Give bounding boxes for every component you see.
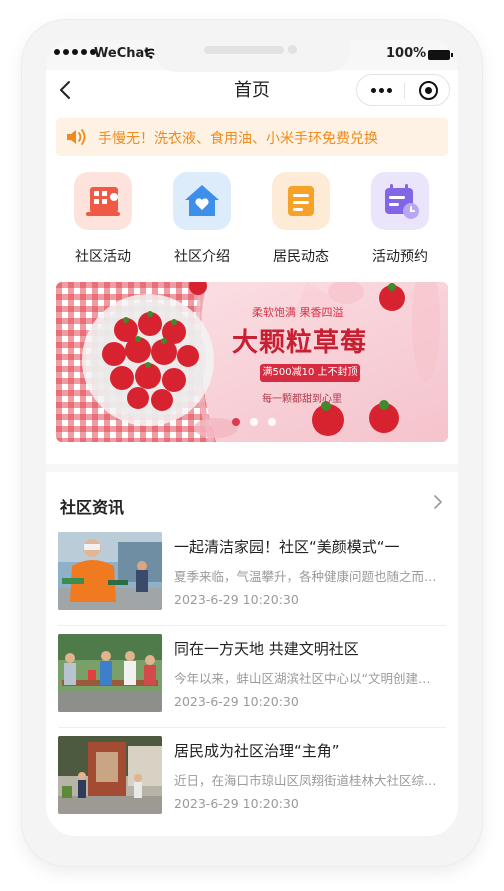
news-desc: 近日，在海口市琼山区凤翔街道桂林大社区综… xyxy=(174,773,437,788)
more-options-icon[interactable] xyxy=(371,88,392,93)
news-time: 2023-6-29 10:20:30 xyxy=(174,592,299,607)
battery-icon xyxy=(428,50,453,60)
category-resident-news[interactable]: 居民动态 xyxy=(258,172,344,272)
news-thumbnail xyxy=(58,634,162,712)
news-section-title: 社区资讯 xyxy=(60,498,125,517)
banner-dot[interactable] xyxy=(250,418,258,426)
battery-percent: 100% xyxy=(386,46,427,61)
carrier-name: WeChat xyxy=(94,46,151,61)
banner-slogan: 柔软饱满 果香四溢 xyxy=(252,306,344,319)
banner-dot[interactable] xyxy=(232,418,240,426)
news-desc: 今年以来，蚌山区湖滨社区中心以“文明创建… xyxy=(174,671,431,686)
news-time: 2023-6-29 10:20:30 xyxy=(174,694,299,709)
community-activity-icon xyxy=(74,172,132,230)
news-title: 一起清洁家园！社区“美颜模式“一 xyxy=(174,538,400,556)
banner-subtitle: 每一颗都甜到心里 xyxy=(262,394,342,405)
capsule-divider xyxy=(404,83,405,99)
news-item[interactable]: 一起清洁家园！社区“美颜模式“一 夏季来临，气温攀升，各种健康问题也随之而… 2… xyxy=(46,524,458,626)
news-title: 同在一方天地 共建文明社区 xyxy=(174,640,359,658)
news-item[interactable]: 居民成为社区治理“主角” 近日，在海口市琼山区凤翔街道桂林大社区综… 2023-… xyxy=(46,728,458,830)
document-list-icon xyxy=(272,172,330,230)
signal-icon xyxy=(54,49,96,55)
news-thumbnail xyxy=(58,736,162,814)
chevron-right-icon[interactable] xyxy=(432,494,444,510)
category-community-activity[interactable]: 社区活动 xyxy=(60,172,146,272)
banner-dot[interactable] xyxy=(268,418,276,426)
speaker-icon xyxy=(67,129,86,145)
category-label: 社区介绍 xyxy=(174,249,230,265)
house-heart-icon xyxy=(173,172,231,230)
news-time: 2023-6-29 10:20:30 xyxy=(174,796,299,811)
banner-headline: 大颗粒草莓 xyxy=(232,328,368,358)
news-item[interactable]: 同在一方天地 共建文明社区 今年以来，蚌山区湖滨社区中心以“文明创建… 2023… xyxy=(46,626,458,728)
category-community-intro[interactable]: 社区介绍 xyxy=(159,172,245,272)
close-miniprogram-icon[interactable] xyxy=(419,81,438,100)
banner-pagination xyxy=(232,418,276,426)
news-title: 居民成为社区治理“主角” xyxy=(174,742,340,760)
notice-text: 手慢无！洗衣液、食用油、小米手环免费兑换 xyxy=(98,131,378,147)
news-thumbnail xyxy=(58,532,162,610)
category-label: 社区活动 xyxy=(75,249,131,265)
promo-banner[interactable]: 柔软饱满 果香四溢 大颗粒草莓 满500减10 上不封顶 每一颗都甜到心里 xyxy=(56,282,448,442)
category-label: 居民动态 xyxy=(273,249,329,265)
category-activity-booking[interactable]: 活动预约 xyxy=(357,172,443,272)
notice-bar[interactable]: 手慢无！洗衣液、食用油、小米手环免费兑换 xyxy=(56,118,448,156)
news-desc: 夏季来临，气温攀升，各种健康问题也随之而… xyxy=(174,569,437,584)
banner-promo-tag: 满500减10 上不封顶 xyxy=(260,364,360,382)
mini-program-capsule xyxy=(356,74,450,106)
calendar-clock-icon xyxy=(371,172,429,230)
news-section: 社区资讯 一起清洁家园！社区“美颜模式“一 夏季来临，气温攀升，各种健康问题也随… xyxy=(46,472,458,836)
phone-notch xyxy=(154,40,350,72)
nav-bar: 首页 xyxy=(46,70,458,110)
app-screen: WeChat 100% 首页 手慢无！洗衣液、食用油、小米手环免费兑换 社区活动… xyxy=(46,40,458,836)
category-label: 活动预约 xyxy=(372,249,428,265)
